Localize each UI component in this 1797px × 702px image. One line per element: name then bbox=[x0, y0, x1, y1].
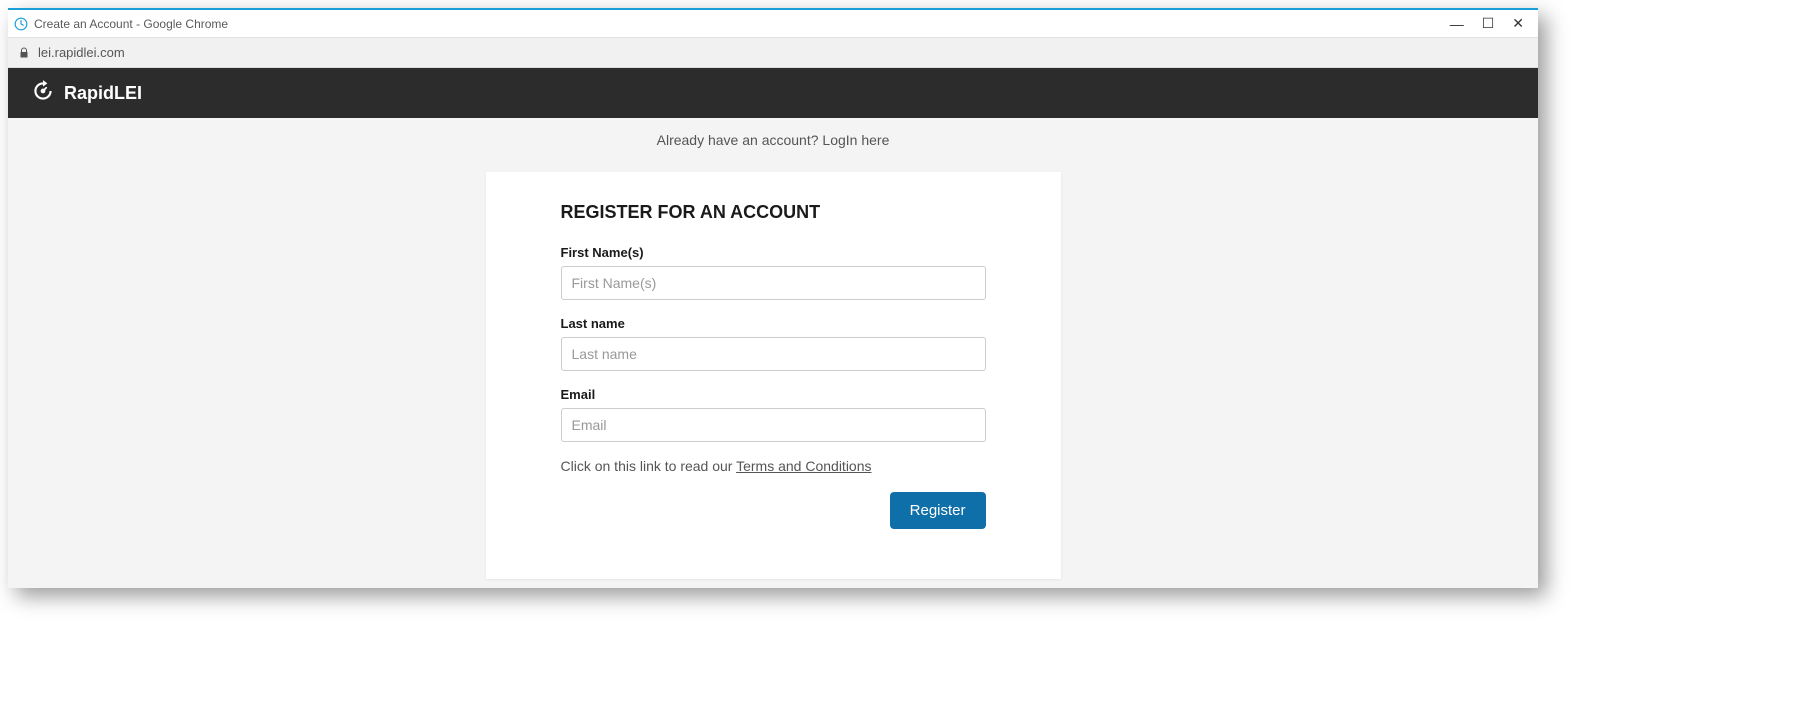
url-text: lei.rapidlei.com bbox=[38, 45, 125, 60]
last-name-label: Last name bbox=[561, 316, 986, 331]
email-group: Email bbox=[561, 387, 986, 442]
first-name-group: First Name(s) bbox=[561, 245, 986, 300]
register-card: REGISTER FOR AN ACCOUNT First Name(s) La… bbox=[486, 172, 1061, 579]
terms-line: Click on this link to read our Terms and… bbox=[561, 458, 986, 474]
address-bar[interactable]: lei.rapidlei.com bbox=[8, 38, 1538, 68]
app-header: RapidLEI bbox=[8, 68, 1538, 118]
first-name-input[interactable] bbox=[561, 266, 986, 300]
register-button[interactable]: Register bbox=[890, 492, 986, 529]
first-name-label: First Name(s) bbox=[561, 245, 986, 260]
last-name-group: Last name bbox=[561, 316, 986, 371]
window-controls: — ☐ ✕ bbox=[1450, 15, 1532, 32]
email-label: Email bbox=[561, 387, 986, 402]
login-prompt-text: Already have an account? bbox=[657, 132, 823, 148]
login-link[interactable]: LogIn here bbox=[822, 132, 889, 148]
login-prompt: Already have an account? LogIn here bbox=[8, 132, 1538, 148]
browser-window: Create an Account - Google Chrome — ☐ ✕ … bbox=[8, 8, 1538, 588]
close-button[interactable]: ✕ bbox=[1512, 15, 1524, 32]
last-name-input[interactable] bbox=[561, 337, 986, 371]
title-bar: Create an Account - Google Chrome — ☐ ✕ bbox=[8, 10, 1538, 38]
email-input[interactable] bbox=[561, 408, 986, 442]
favicon-icon bbox=[14, 17, 28, 31]
minimize-button[interactable]: — bbox=[1450, 16, 1464, 32]
brand-logo[interactable]: RapidLEI bbox=[30, 78, 142, 109]
lock-icon bbox=[18, 47, 30, 59]
window-title: Create an Account - Google Chrome bbox=[34, 17, 1450, 31]
terms-prefix: Click on this link to read our bbox=[561, 458, 737, 474]
clock-arrow-icon bbox=[30, 78, 56, 109]
form-title: REGISTER FOR AN ACCOUNT bbox=[561, 202, 986, 223]
brand-name: RapidLEI bbox=[64, 83, 142, 104]
maximize-button[interactable]: ☐ bbox=[1482, 15, 1495, 32]
terms-link[interactable]: Terms and Conditions bbox=[736, 458, 871, 474]
content-area: Already have an account? LogIn here REGI… bbox=[8, 118, 1538, 588]
